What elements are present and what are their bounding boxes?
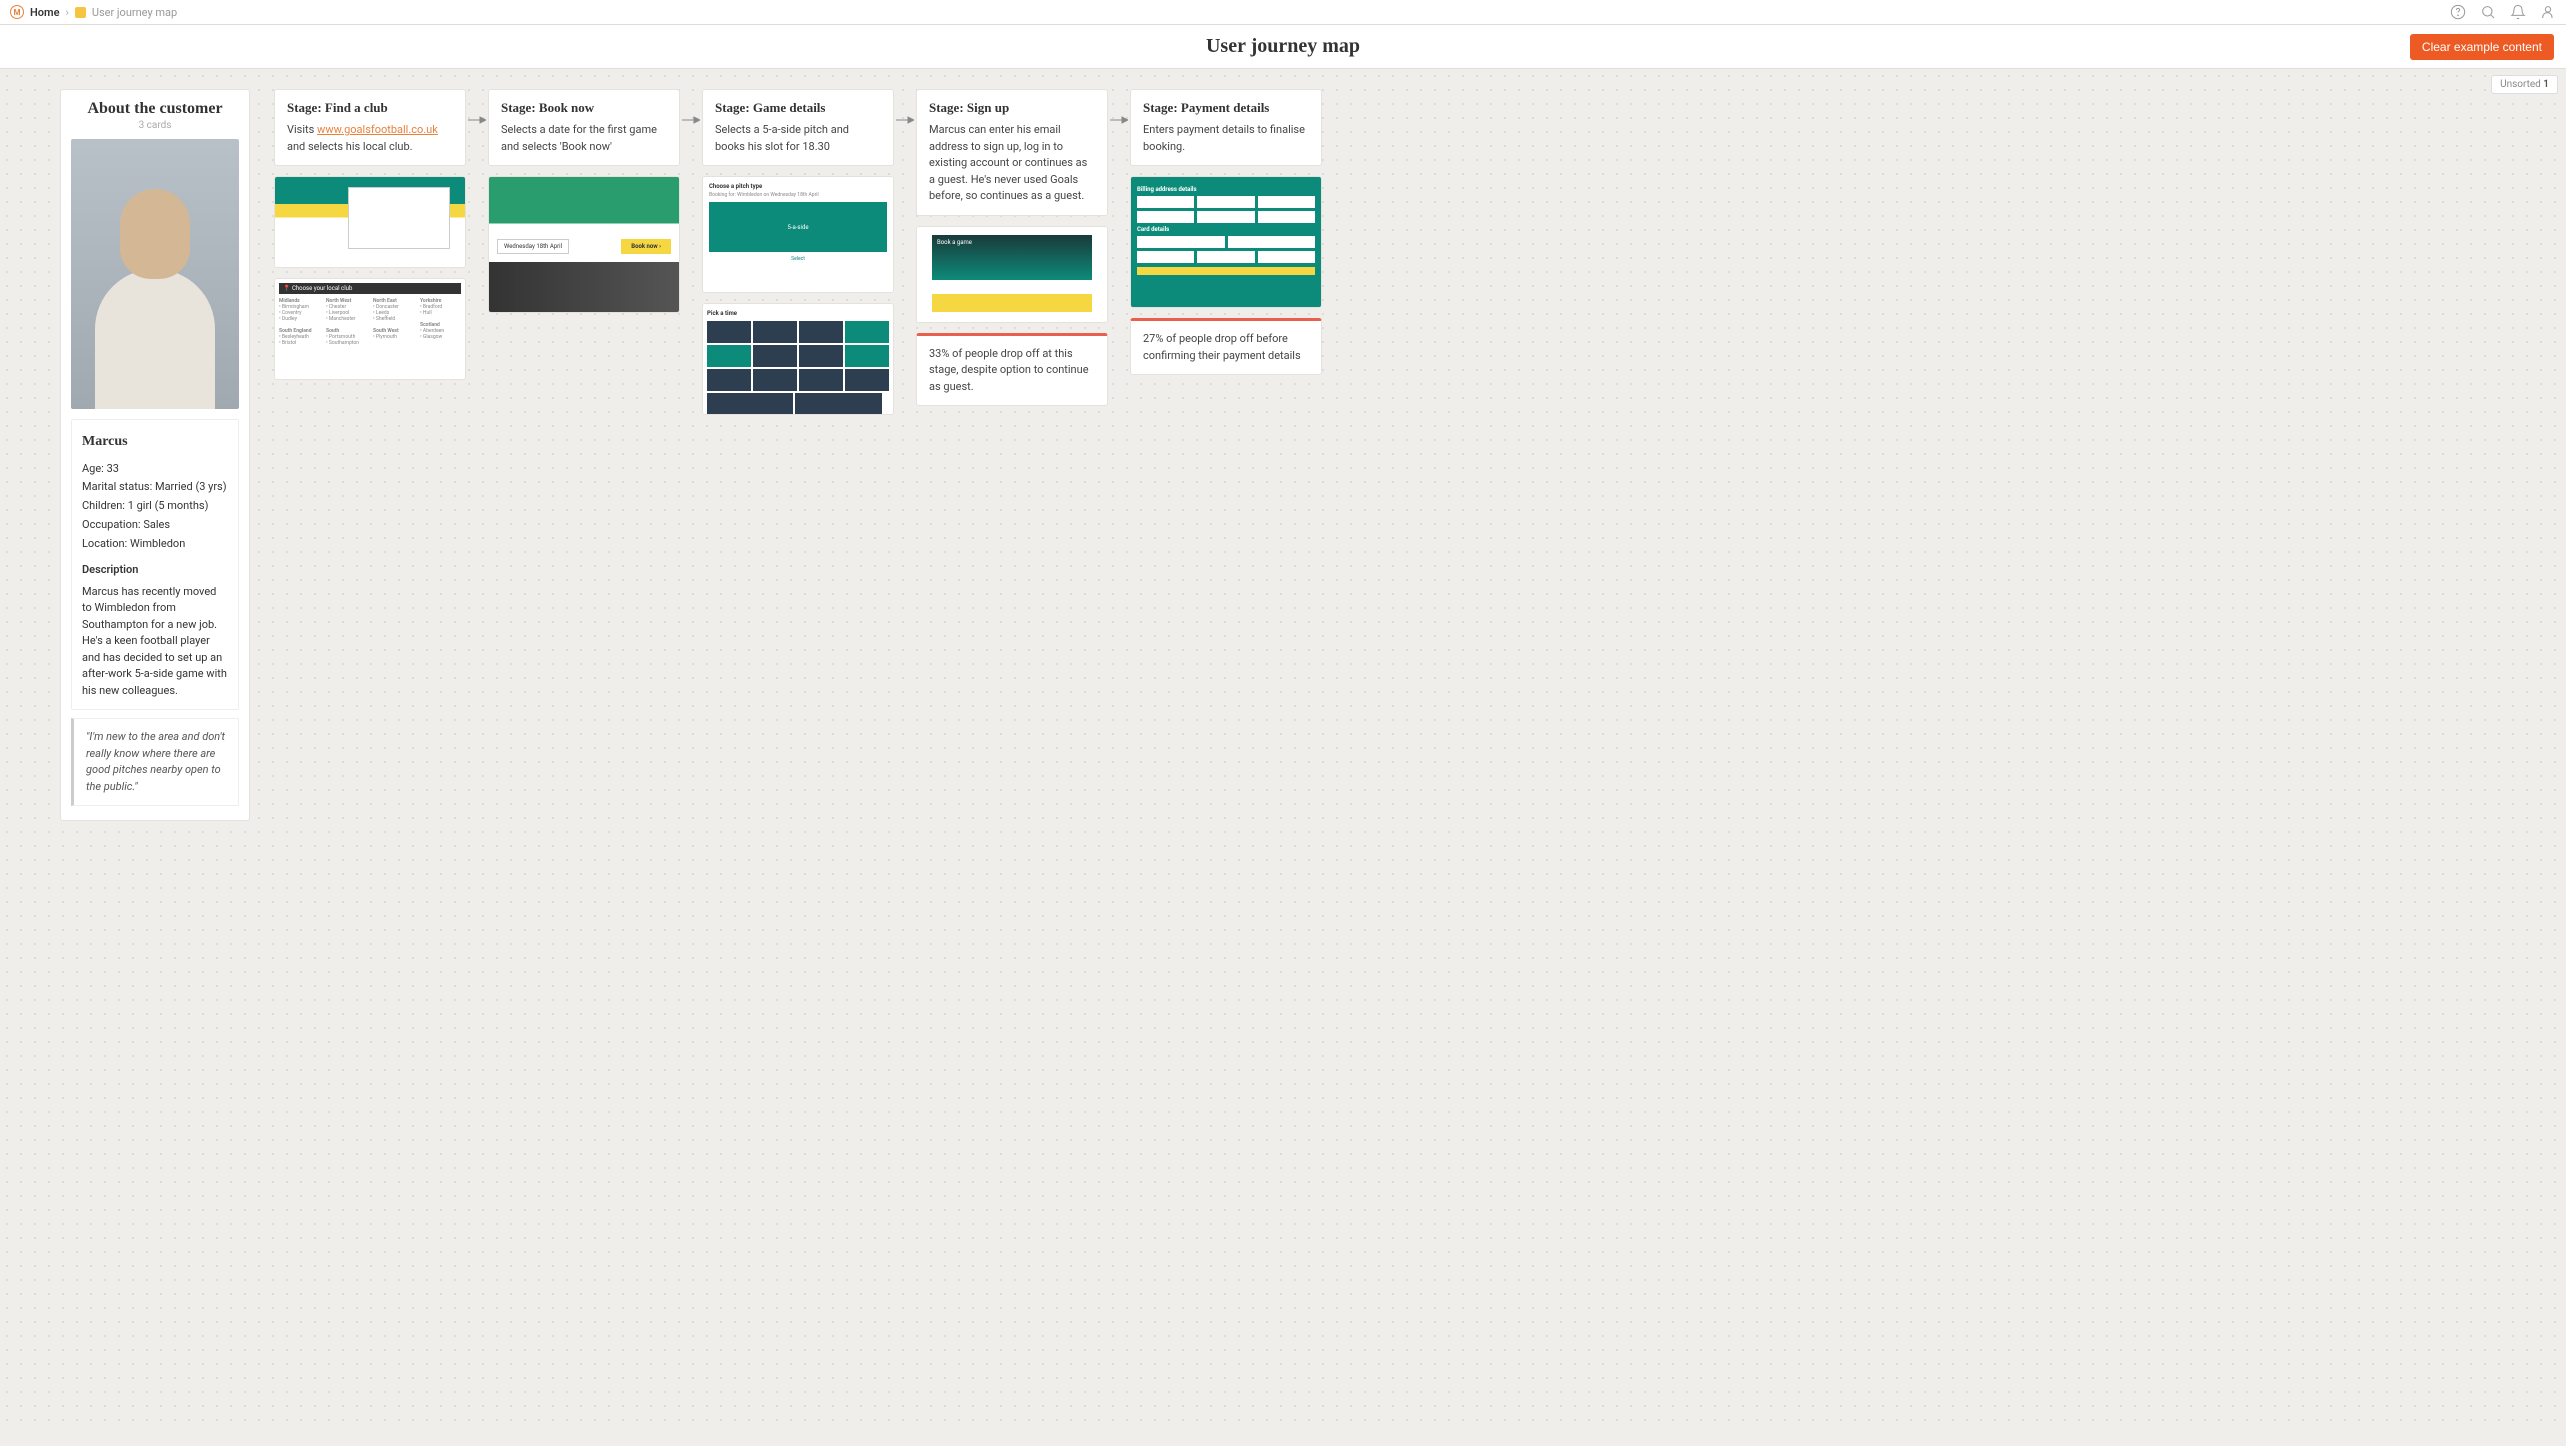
- stage-description: Selects a date for the first game and se…: [501, 122, 667, 155]
- customer-column[interactable]: About the customer 3 cards Marcus Age: 3…: [60, 89, 250, 821]
- mock-screenshot[interactable]: Choose a pitch type Booking for: Wimbled…: [702, 176, 894, 293]
- dropoff-note[interactable]: 27% of people drop off before confirming…: [1130, 318, 1322, 375]
- breadcrumb-current[interactable]: User journey map: [92, 6, 177, 19]
- mock-payment-form: Billing address details Card details: [1131, 177, 1321, 307]
- stage-sign-up[interactable]: Stage: Sign up Marcus can enter his emai…: [916, 89, 1108, 406]
- stage-header[interactable]: Stage: Book now Selects a date for the f…: [488, 89, 680, 166]
- goals-link[interactable]: www.goalsfootball.co.uk: [317, 123, 438, 136]
- mock-date-picker: Choose a date Wednesday 18th April Book …: [489, 177, 679, 262]
- folder-icon: [75, 7, 86, 18]
- customer-age: Age: 33: [82, 460, 228, 479]
- stage-header[interactable]: Stage: Find a club Visits www.goalsfootb…: [274, 89, 466, 166]
- stage-header[interactable]: Stage: Payment details Enters payment de…: [1130, 89, 1322, 166]
- mock-pitch-type: Choose a pitch type Booking for: Wimbled…: [703, 177, 893, 292]
- arrow-icon: [896, 113, 914, 121]
- mock-screenshot[interactable]: Billing address details Card details: [1130, 176, 1322, 308]
- mock-screenshot[interactable]: Pick a time: [702, 303, 894, 415]
- topbar-actions: [2450, 4, 2556, 20]
- breadcrumb: M Home › User journey map: [10, 5, 177, 19]
- stage-find-club[interactable]: Stage: Find a club Visits www.goalsfootb…: [274, 89, 466, 380]
- stage-title: Stage: Sign up: [929, 100, 1095, 116]
- stage-header[interactable]: Stage: Sign up Marcus can enter his emai…: [916, 89, 1108, 216]
- stage-title: Stage: Payment details: [1143, 100, 1309, 116]
- dropoff-note[interactable]: 33% of people drop off at this stage, de…: [916, 333, 1108, 407]
- customer-children: Children: 1 girl (5 months): [82, 497, 228, 516]
- customer-desc-text: Marcus has recently moved to Wimbledon f…: [82, 584, 228, 700]
- customer-location: Location: Wimbledon: [82, 535, 228, 554]
- stages-row: Stage: Find a club Visits www.goalsfootb…: [274, 89, 1322, 415]
- stage-description: Visits www.goalsfootball.co.uk and selec…: [287, 122, 453, 155]
- bell-icon[interactable]: [2510, 4, 2526, 20]
- stage-game-details[interactable]: Stage: Game details Selects a 5-a-side p…: [702, 89, 894, 415]
- customer-quote-card[interactable]: "I'm new to the area and don't really kn…: [71, 718, 239, 806]
- mock-screenshot[interactable]: Choose a date Wednesday 18th April Book …: [488, 176, 680, 313]
- mock-hero-image: [275, 177, 465, 267]
- customer-desc-heading: Description: [82, 561, 228, 580]
- mock-screenshot[interactable]: [274, 176, 466, 268]
- canvas[interactable]: Unsorted 1 About the customer 3 cards Ma…: [0, 69, 2566, 1430]
- stage-description: Marcus can enter his email address to si…: [929, 122, 1095, 205]
- stage-description: Selects a 5-a-side pitch and books his s…: [715, 122, 881, 155]
- title-bar: User journey map Clear example content: [0, 25, 2566, 69]
- stage-title: Stage: Find a club: [287, 100, 453, 116]
- mock-time-grid: Pick a time: [703, 304, 893, 414]
- arrow-icon: [682, 113, 700, 121]
- app-logo-icon[interactable]: M: [10, 5, 24, 19]
- customer-info-card[interactable]: Marcus Age: 33 Marital status: Married (…: [71, 419, 239, 710]
- customer-card-count: 3 cards: [71, 120, 239, 131]
- breadcrumb-separator: ›: [66, 6, 69, 19]
- customer-heading: About the customer: [71, 100, 239, 118]
- stage-description: Enters payment details to finalise booki…: [1143, 122, 1309, 155]
- board: About the customer 3 cards Marcus Age: 3…: [60, 89, 2506, 821]
- stage-title: Stage: Book now: [501, 100, 667, 116]
- arrow-icon: [468, 113, 486, 121]
- stage-header[interactable]: Stage: Game details Selects a 5-a-side p…: [702, 89, 894, 166]
- top-bar: M Home › User journey map: [0, 0, 2566, 25]
- mock-screenshot[interactable]: Book a game: [916, 226, 1108, 323]
- unsorted-badge[interactable]: Unsorted 1: [2491, 75, 2558, 94]
- customer-name: Marcus: [82, 430, 228, 454]
- user-icon[interactable]: [2540, 4, 2556, 20]
- search-icon[interactable]: [2480, 4, 2496, 20]
- mock-club-list: 📍 Choose your local club Midlands• Birmi…: [275, 279, 465, 379]
- stage-payment[interactable]: Stage: Payment details Enters payment de…: [1130, 89, 1322, 375]
- help-icon[interactable]: [2450, 4, 2466, 20]
- mock-screenshot[interactable]: 📍 Choose your local club Midlands• Birmi…: [274, 278, 466, 380]
- arrow-icon: [1110, 113, 1128, 121]
- mock-team-image: [489, 262, 679, 312]
- breadcrumb-home[interactable]: Home: [30, 6, 60, 19]
- customer-marital: Marital status: Married (3 yrs): [82, 478, 228, 497]
- customer-photo[interactable]: [71, 139, 239, 409]
- page-title: User journey map: [1206, 35, 1360, 58]
- stage-book-now[interactable]: Stage: Book now Selects a date for the f…: [488, 89, 680, 313]
- customer-occupation: Occupation: Sales: [82, 516, 228, 535]
- stage-title: Stage: Game details: [715, 100, 881, 116]
- clear-example-button[interactable]: Clear example content: [2410, 34, 2554, 60]
- mock-signup-form: Book a game: [917, 227, 1107, 322]
